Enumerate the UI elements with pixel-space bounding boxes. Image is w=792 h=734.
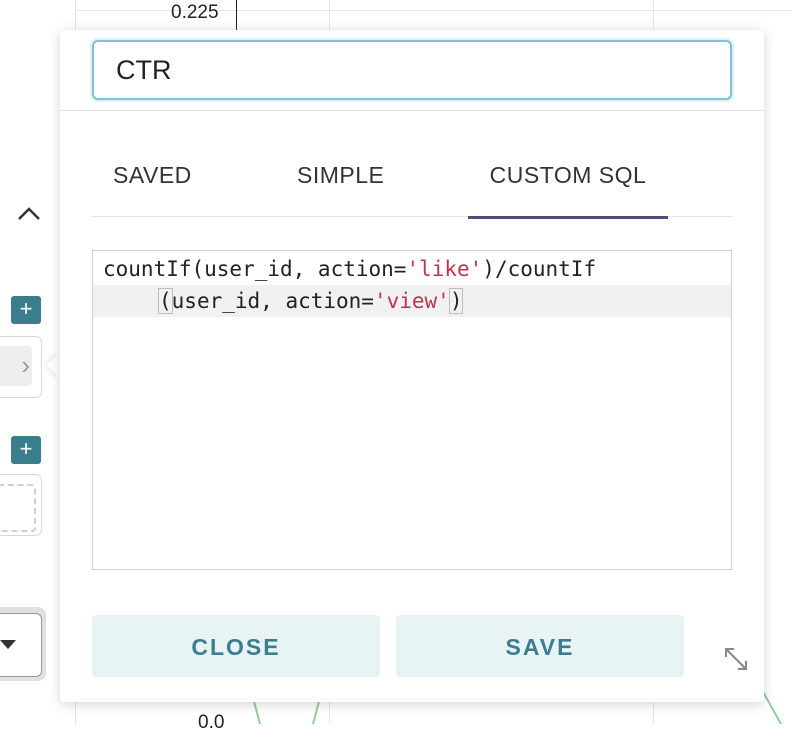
expand-icon[interactable] [722, 645, 750, 673]
y-axis [236, 0, 237, 30]
matching-bracket: ) [448, 288, 464, 314]
tab-saved[interactable]: SAVED [113, 146, 192, 216]
chevron-up-icon[interactable] [16, 204, 42, 230]
sql-text: )/countIf [482, 257, 597, 281]
sql-text: countIf(user_id, action= [103, 257, 407, 281]
tab-simple[interactable]: SIMPLE [297, 146, 384, 216]
empty-slot[interactable] [0, 484, 36, 532]
header-divider [60, 110, 764, 111]
close-button[interactable]: CLOSE [92, 615, 380, 677]
metric-name-wrapper [92, 40, 732, 100]
sql-string: 'view' [373, 289, 450, 313]
y-tick-label: 0.225 [171, 2, 219, 23]
tab-custom-sql[interactable]: CUSTOM SQL [468, 146, 668, 219]
sql-string: 'like' [406, 257, 483, 281]
add-metric-button[interactable]: + [11, 296, 41, 324]
add-breakdown-button[interactable]: + [11, 436, 41, 464]
save-button[interactable]: SAVE [396, 615, 684, 677]
tab-bar: SAVED SIMPLE CUSTOM SQL [92, 146, 732, 219]
metric-name-input[interactable] [92, 40, 732, 100]
chevron-right-icon[interactable]: › [0, 346, 32, 386]
sql-text: user_id, action= [171, 289, 374, 313]
caret-down-icon [0, 640, 16, 649]
metric-editor-popover: SAVED SIMPLE CUSTOM SQL countIf(user_id,… [60, 30, 764, 702]
matching-bracket: ( [158, 288, 173, 314]
sql-editor[interactable]: countIf(user_id, action='like')/countIf … [92, 250, 732, 570]
code-line-1: countIf(user_id, action='like')/countIf [93, 253, 731, 285]
code-line-2: (user_id, action='view') [93, 285, 731, 317]
